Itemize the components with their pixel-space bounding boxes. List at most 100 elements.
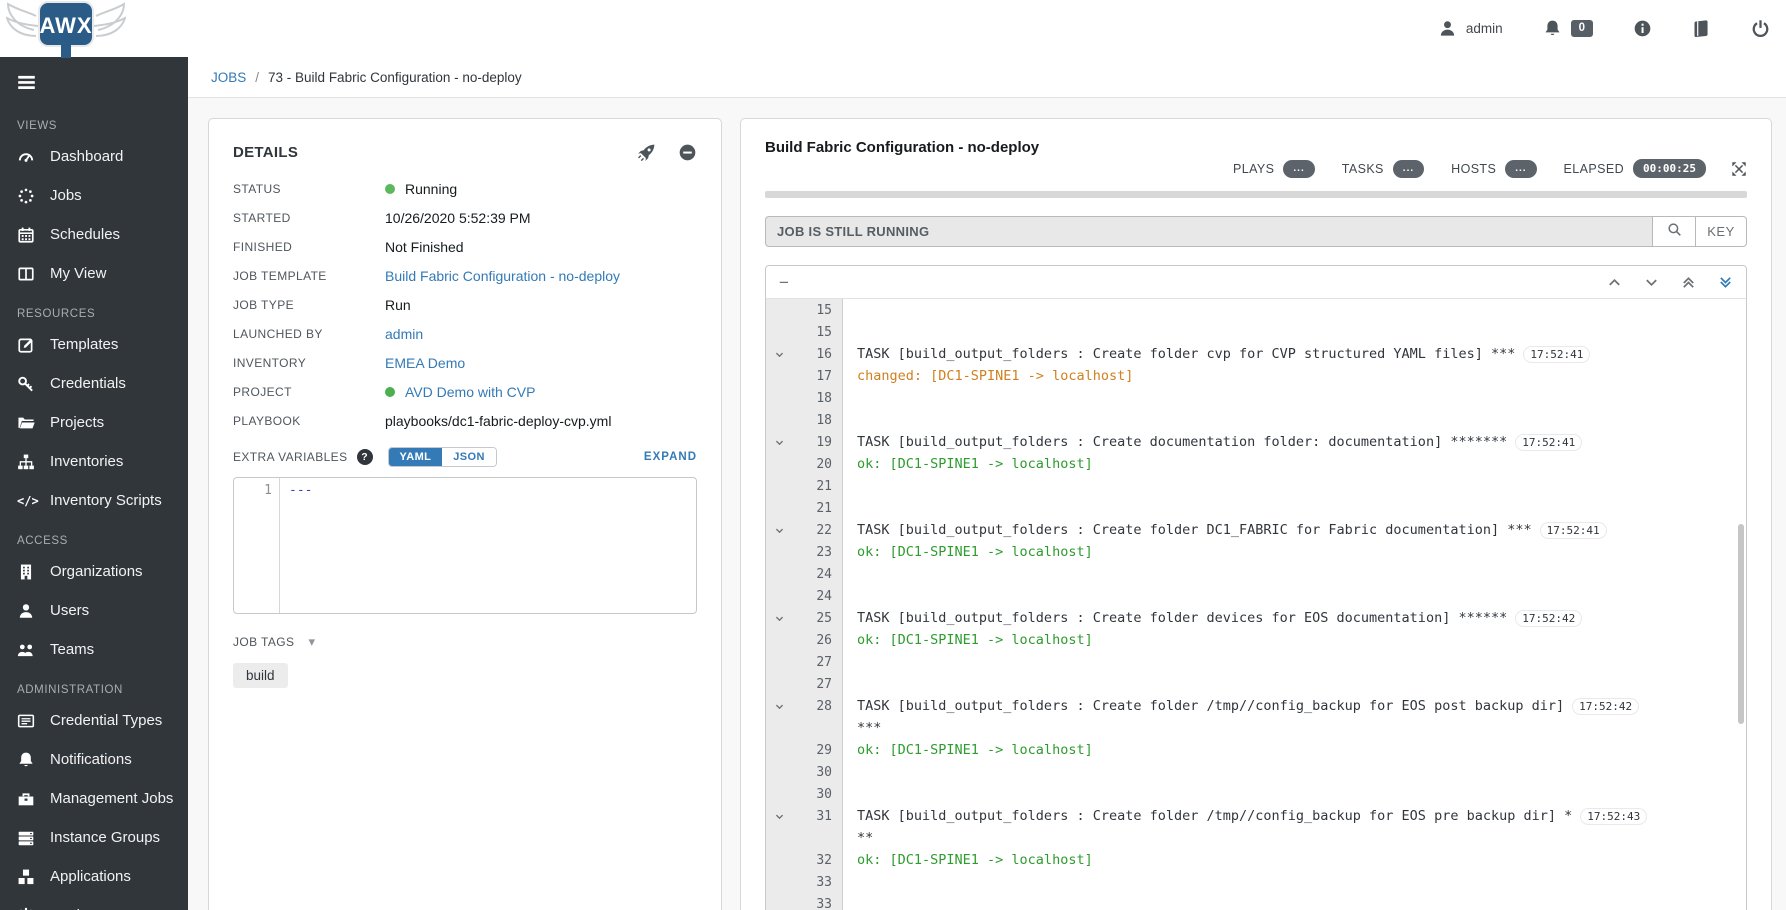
user-icon [1438, 19, 1457, 38]
console-line-text: TASK [build_output_folders : Create fold… [857, 808, 1572, 824]
sidebar-section-heading: VIEWS [17, 120, 188, 132]
console-row: 30 [766, 783, 1746, 805]
extra-variables-editor[interactable]: 1 --- [233, 477, 697, 614]
search-button[interactable] [1652, 216, 1695, 247]
sidebar-item-organizations[interactable]: Organizations [0, 552, 188, 591]
key-button[interactable]: KEY [1695, 216, 1747, 247]
sidebar-item-applications[interactable]: Applications [0, 857, 188, 896]
console-line-text: ok: [DC1-SPINE1 -> localhost] [857, 852, 1093, 868]
logout-icon[interactable] [1751, 19, 1770, 38]
top-header: AWX admin 0 [0, 0, 1786, 57]
collapse-task-icon[interactable] [774, 525, 785, 536]
collapse-task-icon[interactable] [774, 701, 785, 712]
console-row: 16TASK [build_output_folders : Create fo… [766, 343, 1746, 365]
user-menu[interactable]: admin [1438, 19, 1503, 38]
sidebar-section-heading: ACCESS [17, 535, 188, 547]
console-line-number: 28 [816, 699, 832, 714]
console-row: 27 [766, 673, 1746, 695]
applications-icon [17, 868, 35, 886]
console-line-number: 15 [816, 303, 832, 318]
task-timestamp-badge: 17:52:41 [1541, 523, 1606, 538]
awx-logo[interactable]: AWX [6, 0, 126, 62]
yaml-toggle-button[interactable]: YAML [389, 448, 443, 466]
format-toggle: YAML JSON [388, 447, 497, 467]
cancel-job-icon[interactable] [678, 143, 697, 162]
docs-icon[interactable] [1692, 19, 1711, 38]
console-row: 21 [766, 475, 1746, 497]
relaunch-rocket-icon[interactable] [637, 143, 656, 162]
detail-link-launched-by[interactable]: admin [385, 326, 423, 342]
sidebar-item-dashboard[interactable]: Dashboard [0, 137, 188, 176]
sidebar-item-projects[interactable]: Projects [0, 403, 188, 442]
job-progress-bar [765, 191, 1747, 198]
job-tags-caret-icon[interactable]: ▾ [308, 634, 315, 650]
collapse-task-icon[interactable] [774, 613, 785, 624]
sidebar-item-notifications[interactable]: Notifications [0, 740, 188, 779]
inventory-scripts-icon: </> [17, 492, 35, 510]
detail-link-inventory[interactable]: EMEA Demo [385, 355, 465, 371]
hamburger-menu-icon[interactable] [0, 57, 188, 105]
scroll-next-icon[interactable] [1644, 275, 1659, 290]
stat-badge-hosts: ... [1505, 160, 1536, 178]
scroll-bottom-icon[interactable] [1718, 275, 1733, 290]
status-dot-icon [385, 387, 395, 397]
console-row: 24 [766, 563, 1746, 585]
detail-link-job-template[interactable]: Build Fabric Configuration - no-deploy [385, 268, 620, 284]
organizations-icon [17, 563, 35, 581]
json-toggle-button[interactable]: JSON [442, 448, 496, 466]
detail-value-finished: Not Finished [385, 239, 697, 255]
detail-value-job-type: Run [385, 297, 697, 313]
details-title: DETAILS [233, 144, 298, 161]
editor-content[interactable]: --- [280, 478, 696, 613]
sidebar-item-teams[interactable]: Teams [0, 630, 188, 669]
jobs-icon [17, 187, 35, 205]
console-row: 25TASK [build_output_folders : Create fo… [766, 607, 1746, 629]
breadcrumb: JOBS / 73 - Build Fabric Configuration -… [188, 57, 1786, 98]
detail-label-status: STATUS [233, 182, 385, 196]
collapse-task-icon[interactable] [774, 811, 785, 822]
collapse-task-icon[interactable] [774, 349, 785, 360]
sidebar-item-credentials[interactable]: Credentials [0, 364, 188, 403]
console-row: 20ok: [DC1-SPINE1 -> localhost] [766, 453, 1746, 475]
expand-variables-link[interactable]: EXPAND [644, 451, 697, 463]
sidebar-item-schedules[interactable]: Schedules [0, 215, 188, 254]
sidebar-item-users[interactable]: Users [0, 591, 188, 630]
extra-variables-label: EXTRA VARIABLES [233, 450, 348, 464]
sidebar-item-settings[interactable]: Settings [0, 896, 188, 910]
expand-output-icon[interactable] [1731, 161, 1747, 177]
sidebar-item-label: Notifications [50, 751, 132, 768]
console-scrollbar[interactable] [1738, 524, 1744, 724]
console-row: 33 [766, 871, 1746, 893]
help-icon[interactable]: ? [357, 449, 373, 465]
scroll-previous-icon[interactable] [1607, 275, 1622, 290]
output-search-input[interactable]: JOB IS STILL RUNNING [765, 216, 1652, 247]
sidebar-item-management-jobs[interactable]: Management Jobs [0, 779, 188, 818]
detail-value-project: AVD Demo with CVP [385, 384, 697, 400]
notifications-button[interactable]: 0 [1543, 19, 1593, 38]
console-row: 33 [766, 893, 1746, 910]
console-line-text: ok: [DC1-SPINE1 -> localhost] [857, 544, 1093, 560]
collapse-all-icon[interactable]: − [779, 274, 789, 291]
job-tag-build: build [233, 663, 288, 688]
sidebar-item-label: Users [50, 602, 89, 619]
sidebar-item-my-view[interactable]: My View [0, 254, 188, 293]
task-timestamp-badge: 17:52:42 [1573, 699, 1638, 714]
console-row: 28TASK [build_output_folders : Create fo… [766, 695, 1746, 717]
collapse-task-icon[interactable] [774, 437, 785, 448]
about-icon[interactable] [1633, 19, 1652, 38]
sidebar-item-inventory-scripts[interactable]: </>Inventory Scripts [0, 481, 188, 520]
scroll-top-icon[interactable] [1681, 275, 1696, 290]
sidebar-item-instance-groups[interactable]: Instance Groups [0, 818, 188, 857]
my-view-icon [17, 265, 35, 283]
detail-link-project[interactable]: AVD Demo with CVP [405, 384, 535, 400]
stat-elapsed: ELAPSED00:00:25 [1564, 159, 1706, 178]
stat-hosts: HOSTS... [1451, 160, 1536, 178]
console-line-text: TASK [build_output_folders : Create docu… [857, 434, 1507, 450]
breadcrumb-jobs-link[interactable]: JOBS [211, 70, 246, 85]
sidebar-item-label: Organizations [50, 563, 143, 580]
sidebar-item-jobs[interactable]: Jobs [0, 176, 188, 215]
sidebar-item-inventories[interactable]: Inventories [0, 442, 188, 481]
job-details-panel: DETAILS STATUSRunningSTARTED10/26/2020 5… [208, 118, 722, 910]
sidebar-item-credential-types[interactable]: Credential Types [0, 701, 188, 740]
sidebar-item-templates[interactable]: Templates [0, 325, 188, 364]
